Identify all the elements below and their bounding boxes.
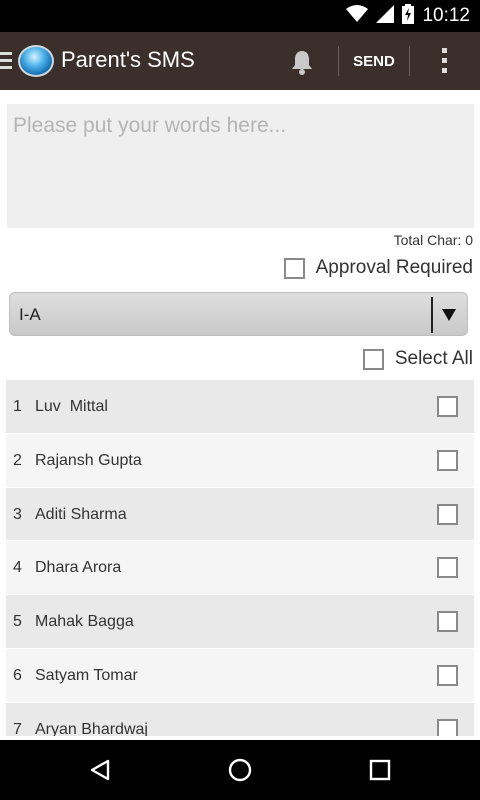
- navigation-bar: [0, 740, 480, 800]
- student-checkbox[interactable]: [437, 664, 458, 686]
- student-name: Dhara Arora: [35, 559, 122, 577]
- app-title: Parent's SMS: [61, 47, 195, 72]
- student-number: 5: [13, 613, 22, 631]
- list-item[interactable]: 7 Aryan Bhardwaj: [6, 702, 474, 736]
- student-checkbox[interactable]: [437, 611, 458, 633]
- select-all-option[interactable]: Select All: [362, 348, 473, 370]
- class-selector-value: I-A: [19, 305, 41, 324]
- home-icon[interactable]: [210, 740, 270, 800]
- list-item[interactable]: 3 Aditi Sharma: [6, 487, 474, 542]
- student-number: 1: [13, 398, 22, 415]
- spinner-divider: [431, 297, 433, 333]
- student-checkbox[interactable]: [437, 718, 458, 736]
- action-bar: Parent's SMS SEND: [0, 32, 480, 90]
- status-bar: 10:12: [0, 0, 480, 32]
- student-number: 6: [13, 666, 22, 684]
- list-item[interactable]: 4 Dhara Arora: [6, 541, 474, 596]
- overflow-menu-icon[interactable]: [438, 48, 450, 76]
- select-all-checkbox[interactable]: [362, 348, 384, 370]
- student-name: Rajansh Gupta: [35, 451, 142, 469]
- student-list: 1 Luv Mittal 2 Rajansh Gupta 3 Aditi Sha…: [6, 380, 474, 736]
- student-name: Aditi Sharma: [35, 505, 127, 523]
- student-number: 2: [13, 451, 22, 469]
- message-input[interactable]: [7, 104, 474, 228]
- list-item[interactable]: 1 Luv Mittal: [6, 380, 474, 434]
- list-item[interactable]: 6 Satyam Tomar: [6, 648, 474, 703]
- list-item[interactable]: 5 Mahak Bagga: [6, 595, 474, 649]
- student-checkbox[interactable]: [437, 557, 458, 579]
- approval-required-option[interactable]: Approval Required: [283, 257, 473, 279]
- battery-charging-icon: [402, 4, 415, 28]
- approval-label: Approval Required: [315, 257, 473, 278]
- student-name: Mahak Bagga: [35, 613, 134, 631]
- app-logo[interactable]: [18, 45, 54, 77]
- send-button[interactable]: SEND: [339, 32, 409, 90]
- student-name: Satyam Tomar: [35, 666, 138, 684]
- student-number: 7: [13, 720, 22, 736]
- select-all-label: Select All: [394, 348, 473, 369]
- student-checkbox[interactable]: [437, 449, 458, 471]
- class-selector[interactable]: I-A: [9, 292, 468, 336]
- status-time: 10:12: [422, 5, 470, 26]
- student-checkbox[interactable]: [437, 503, 458, 525]
- menu-icon[interactable]: [0, 52, 14, 70]
- student-checkbox[interactable]: [437, 396, 458, 417]
- student-number: 4: [13, 559, 22, 577]
- app-root: 10:12 Parent's SMS SEND Total Char: 0 Ap…: [0, 0, 480, 800]
- total-char-counter: Total Char: 0: [393, 232, 473, 248]
- action-divider: [409, 46, 410, 76]
- student-name: Luv Mittal: [35, 398, 108, 415]
- back-icon[interactable]: [70, 740, 130, 800]
- student-name: Aryan Bhardwaj: [35, 720, 148, 736]
- approval-checkbox[interactable]: [283, 257, 305, 279]
- student-number: 3: [13, 505, 22, 523]
- list-item[interactable]: 2 Rajansh Gupta: [6, 433, 474, 488]
- signal-icon: [376, 5, 395, 27]
- recents-icon[interactable]: [350, 740, 410, 800]
- dropdown-arrow-icon[interactable]: [440, 306, 458, 324]
- wifi-icon: [346, 5, 369, 27]
- bell-icon[interactable]: [288, 48, 316, 76]
